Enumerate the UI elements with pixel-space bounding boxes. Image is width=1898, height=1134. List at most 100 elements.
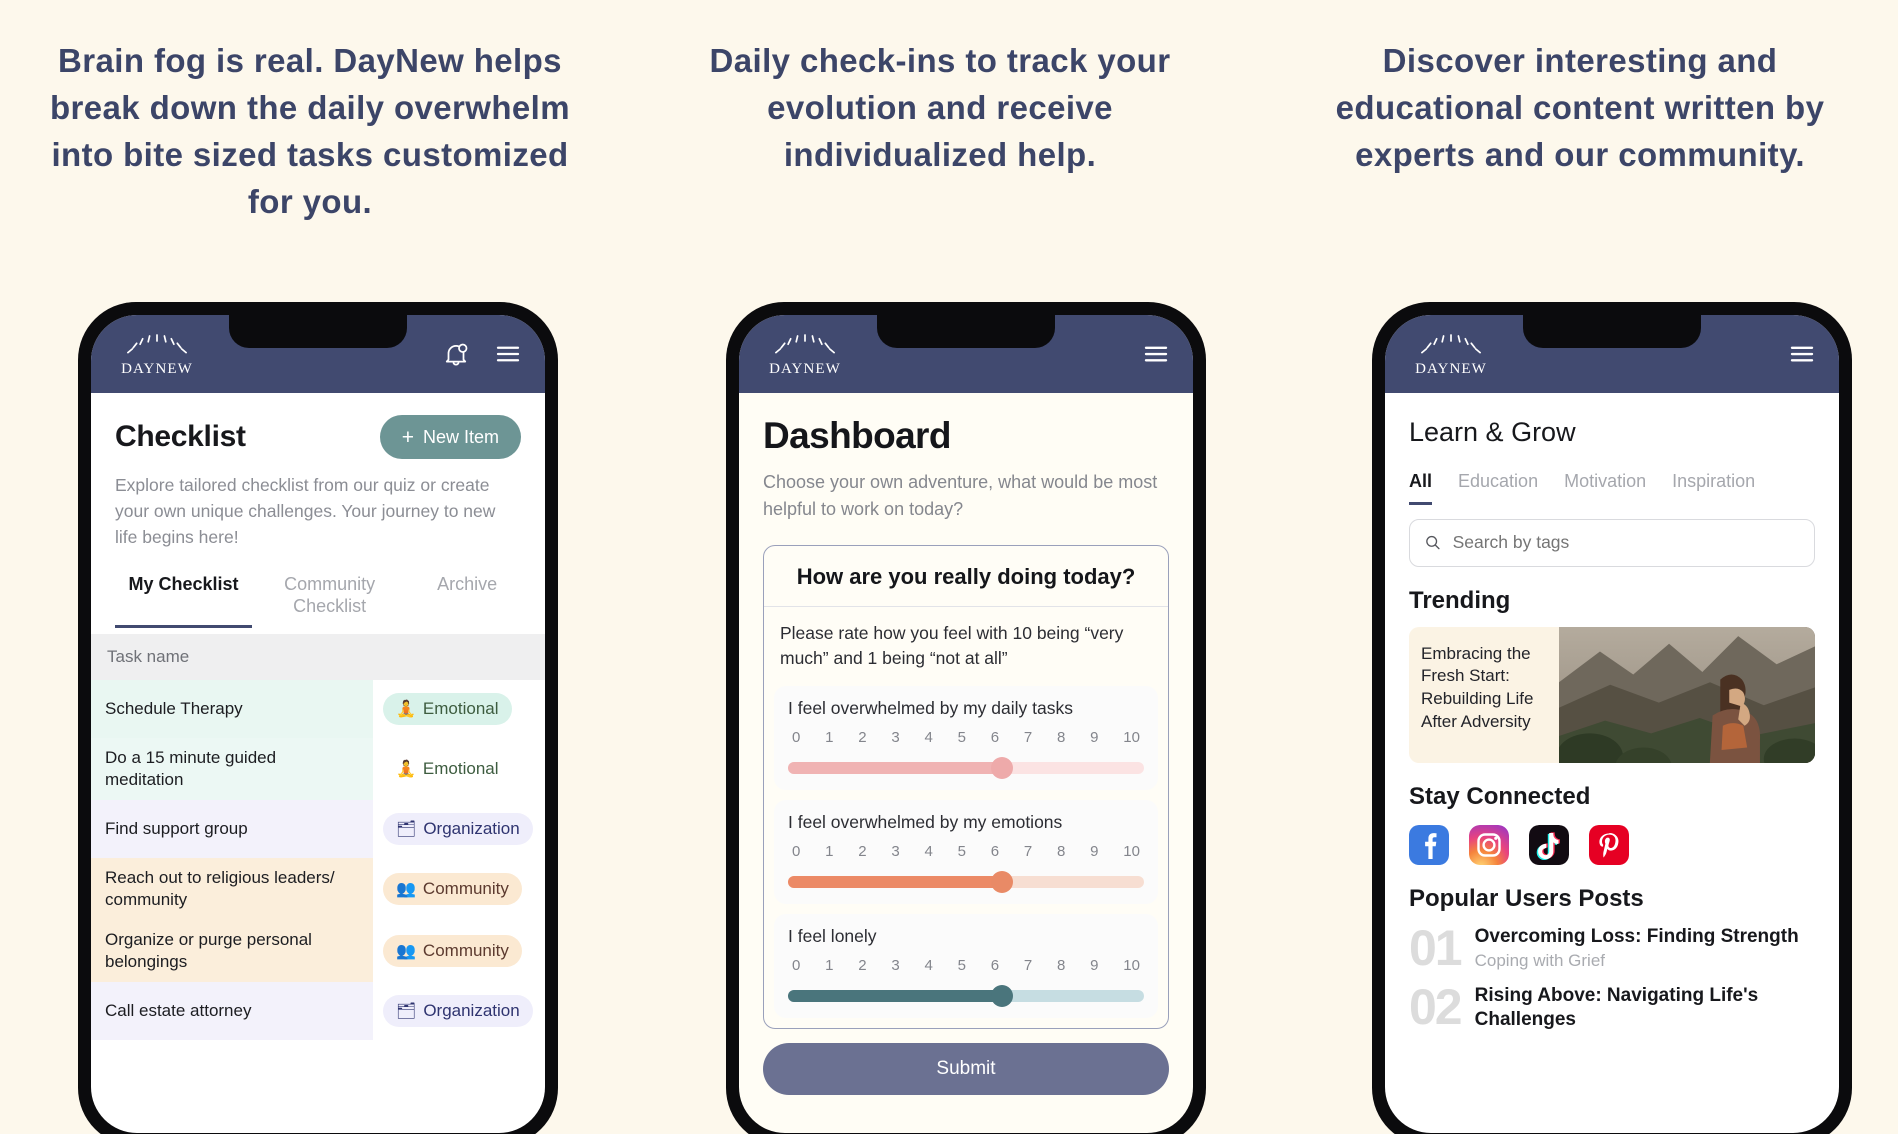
search-bar[interactable] — [1409, 518, 1815, 567]
slider-knob[interactable] — [990, 870, 1013, 893]
sunburst-icon — [775, 334, 835, 354]
hamburger-icon[interactable] — [1787, 339, 1817, 369]
checklist-table: Task name Schedule Therapy 🧘 Emotional Do a… — [91, 633, 545, 1041]
post-title: Overcoming Loss: Finding Strength — [1474, 926, 1799, 948]
phone-power-button — [1205, 532, 1206, 624]
phone1-body: Checklist + New Item Explore tailored ch… — [91, 393, 545, 628]
trending-card[interactable]: Embracing the Fresh Start: Rebuilding Li… — [1409, 626, 1815, 763]
hamburger-icon[interactable] — [1141, 339, 1171, 369]
category-chip[interactable]: 🧘 Emotional — [383, 692, 512, 725]
daynew-logo: DAYNEW — [113, 330, 201, 378]
scale-tick: 0 — [792, 956, 801, 974]
scale-tick: 8 — [1057, 956, 1066, 974]
hamburger-icon[interactable] — [493, 339, 523, 369]
tiktok-icon[interactable] — [1529, 824, 1569, 865]
question-block: I feel overwhelmed by my daily tasks 0 1 2 3… — [774, 685, 1158, 790]
column-heading-1: Brain fog is real. DayNew helps break do… — [50, 42, 570, 220]
list-item[interactable]: 01 Overcoming Loss: Finding Strength Copin… — [1409, 923, 1815, 972]
tab-my-checklist[interactable]: My Checklist — [115, 573, 253, 628]
tab-education[interactable]: Education — [1458, 470, 1538, 505]
content-tabs: All Education Motivation Inspiration — [1409, 470, 1815, 505]
task-tag-cell: 🧘 Emotional — [373, 738, 545, 800]
tab-all[interactable]: All — [1409, 470, 1433, 505]
scale-tick: 5 — [957, 842, 966, 860]
scale-tick: 6 — [990, 728, 1000, 746]
post-rank-number: 02 — [1409, 979, 1463, 1035]
list-item[interactable]: 02 Rising Above: Navigating Life's Challe… — [1409, 979, 1815, 1035]
slider-knob[interactable] — [990, 984, 1013, 1007]
bell-icon[interactable] — [441, 339, 471, 369]
sunburst-icon — [127, 334, 187, 354]
rating-slider[interactable] — [788, 984, 1144, 1007]
task-tag-cell: 👥 Community — [373, 920, 545, 982]
post-text-group: Overcoming Loss: Finding Strength Coping … — [1475, 925, 1799, 971]
phone-mockup-dashboard: DAYNEW Dashboard Choose your own adventu… — [726, 302, 1206, 1134]
question-block: I feel overwhelmed by my emotions 0 1 2 3 4 5 6… — [774, 799, 1158, 904]
instagram-icon[interactable] — [1469, 824, 1509, 865]
pinterest-icon[interactable] — [1589, 824, 1629, 865]
task-name-cell: Reach out to religious leaders/ communit… — [91, 857, 373, 921]
task-name-cell: Schedule Therapy — [91, 679, 373, 738]
category-emoji-icon: 👥 — [396, 880, 416, 898]
category-chip-label: Emotional — [422, 758, 499, 778]
slider-knob[interactable] — [990, 756, 1013, 779]
category-emoji-icon: 🧘 — [396, 760, 416, 778]
table-row[interactable]: Reach out to religious leaders/ communit… — [91, 857, 545, 921]
table-row[interactable]: Schedule Therapy 🧘 Emotional — [91, 679, 545, 738]
search-input[interactable] — [1452, 532, 1800, 553]
category-chip[interactable]: 🗂 Organization — [383, 812, 533, 845]
search-icon — [1426, 535, 1440, 550]
category-chip[interactable]: 👥 Community — [383, 935, 522, 968]
category-chip[interactable]: 👥 Community — [383, 872, 522, 905]
task-name-cell: Find support group — [91, 799, 373, 858]
rating-slider[interactable] — [788, 756, 1144, 779]
scale-tick: 3 — [891, 728, 900, 746]
post-title: Rising Above: Navigating Life's Challeng… — [1474, 985, 1759, 1030]
popular-posts-list: 01 Overcoming Loss: Finding Strength Copin… — [1409, 923, 1815, 1035]
category-chip[interactable]: 🧘 Emotional — [383, 752, 512, 785]
category-chip-label: Community — [422, 878, 509, 898]
rating-slider[interactable] — [788, 870, 1144, 893]
new-item-button[interactable]: + New Item — [379, 415, 521, 459]
tab-community-checklist[interactable]: Community Checklist — [266, 573, 393, 628]
promo-page: Brain fog is real. DayNew helps break do… — [0, 0, 1898, 1134]
scale-tick: 0 — [792, 728, 801, 746]
question-block: I feel lonely 0 1 2 3 4 5 6 7 8 9 10 — [774, 913, 1158, 1018]
logo-wordmark: DAYNEW — [1415, 361, 1487, 377]
checkin-questions: I feel overwhelmed by my daily tasks 0 1 2 3… — [764, 685, 1168, 1018]
slider-fill — [788, 761, 1002, 774]
scale-tick: 6 — [990, 956, 1000, 974]
table-row[interactable]: Do a 15 minute guided meditation 🧘 Emotion… — [91, 737, 545, 800]
tab-archive[interactable]: Archive — [413, 573, 521, 628]
page-title: Learn & Grow — [1409, 417, 1576, 447]
scale-tick: 7 — [1023, 956, 1033, 974]
scale-tick: 3 — [891, 956, 900, 974]
phone-mockup-checklist: DAYNEW Checklist + New Item Explore tail… — [78, 302, 558, 1134]
phone-mute-switch — [726, 452, 727, 486]
facebook-icon[interactable] — [1409, 824, 1449, 865]
task-tag-cell: 👥 Community — [373, 858, 545, 920]
task-tag-cell: 🗂 Organization — [373, 982, 545, 1040]
category-chip[interactable]: 🗂 Organization — [383, 995, 533, 1028]
social-links — [1409, 824, 1815, 865]
task-name-cell: Call estate attorney — [91, 982, 373, 1041]
task-name-cell: Organize or purge personal belongings — [91, 920, 373, 983]
table-header-task-name: Task name — [91, 633, 545, 680]
table-row[interactable]: Find support group 🗂 Organization — [91, 799, 545, 858]
category-emoji-icon: 🗂 — [396, 820, 417, 838]
scale-tick: 7 — [1023, 728, 1033, 746]
checkin-card: How are you really doing today? Please r… — [763, 545, 1169, 1029]
tab-inspiration[interactable]: Inspiration — [1672, 470, 1755, 505]
table-row[interactable]: Organize or purge personal belongings 👥 Co… — [91, 920, 545, 983]
page-title: Checklist — [115, 420, 246, 453]
question-label: I feel overwhelmed by my daily tasks — [788, 697, 1073, 718]
scale-tick: 4 — [924, 956, 933, 974]
table-row[interactable]: Call estate attorney 🗂 Organization — [91, 982, 545, 1041]
scale-tick: 0 — [792, 842, 801, 860]
scale-tick: 5 — [957, 728, 966, 746]
category-chip-label: Organization — [423, 1001, 520, 1021]
submit-button[interactable]: Submit — [763, 1042, 1169, 1095]
tab-motivation[interactable]: Motivation — [1564, 470, 1646, 505]
checkin-card-title: How are you really doing today? — [764, 546, 1168, 607]
page-title: Dashboard — [763, 415, 951, 456]
